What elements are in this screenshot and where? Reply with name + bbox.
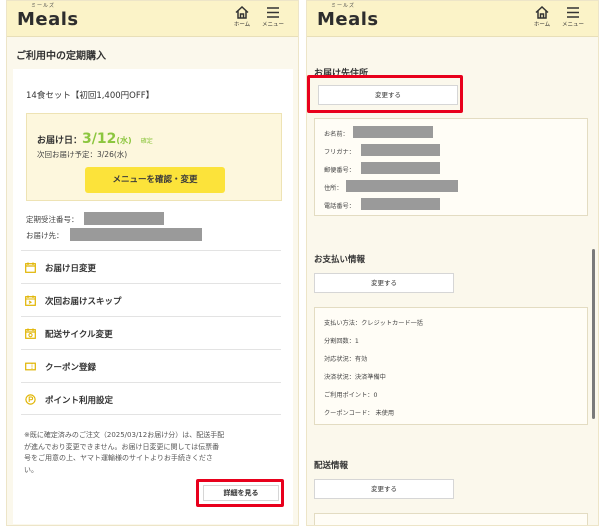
payment-section-title: お支払い情報 xyxy=(314,255,366,265)
menu-item-point-settings[interactable]: ポイント利用設定 xyxy=(21,382,281,415)
menu-label: メニュー xyxy=(561,22,584,28)
menu-item-skip-next[interactable]: 次回お届けスキップ xyxy=(21,283,281,316)
menu-item-label: ポイント利用設定 xyxy=(45,396,114,406)
page-title: ご利用中の定期購入 xyxy=(16,51,106,62)
status-badge: 確定 xyxy=(140,138,153,145)
menu-label: メニュー xyxy=(261,22,284,28)
installment-count: 分割回数：1 xyxy=(324,338,359,345)
notice-line: ※既に確定済みのご注文（2025/03/12お届け分）は、配送手配 xyxy=(24,431,225,439)
shipping-section-title: 配送情報 xyxy=(314,461,349,471)
phone-label: 電話番号： xyxy=(324,203,355,210)
menu-item-label: 配送サイクル変更 xyxy=(45,330,113,340)
shipping-change-label: 変更する xyxy=(371,485,397,493)
menu-button[interactable]: メニュー xyxy=(259,6,287,34)
meals-logo[interactable]: Meals xyxy=(17,9,79,30)
payment-change-button[interactable]: 変更する xyxy=(314,273,454,293)
payment-change-label: 変更する xyxy=(371,279,397,287)
home-label: ホーム xyxy=(233,22,251,28)
order-number-label: 定期受注番号： xyxy=(26,215,79,224)
calendar-cycle-icon xyxy=(25,328,36,339)
support-status: 対応状況：有効 xyxy=(324,356,368,363)
coupon-code: クーポンコード： 未使用 xyxy=(324,410,395,417)
app-header: ミールズ Meals ホーム メニュー xyxy=(307,1,598,37)
menu-button[interactable]: メニュー xyxy=(559,6,587,34)
next-delivery: 次回お届け予定：3/26(水) xyxy=(37,150,128,159)
shipping-change-button[interactable]: 変更する xyxy=(314,479,454,499)
home-label: ホーム xyxy=(533,22,551,28)
menu-confirm-button[interactable]: メニューを確認・変更 xyxy=(85,167,225,193)
scrollbar[interactable] xyxy=(592,249,595,419)
address-label: 住所： xyxy=(324,185,343,192)
furigana-label: フリガナ： xyxy=(324,149,355,156)
menu-item-change-cycle[interactable]: 配送サイクル変更 xyxy=(21,316,281,349)
postal-code-redacted xyxy=(361,162,440,174)
destination-label: お届け先： xyxy=(26,231,64,240)
home-button[interactable]: ホーム xyxy=(228,6,256,34)
calendar-icon xyxy=(25,262,36,273)
home-icon xyxy=(235,6,249,19)
subscription-panel: ミールズ Meals ホーム メニュー ご利用中の定期購入 14食セット【初回1… xyxy=(6,0,299,526)
delivery-date-line: お届け日：3/12(水) 確定 xyxy=(37,128,153,147)
address-info-box: お名前： フリガナ： 郵便番号： 住所： 電話番号： xyxy=(314,118,588,216)
delivery-date: 3/12 xyxy=(82,131,117,147)
order-details-panel: ミールズ Meals ホーム メニュー お届け先住所 変更する お名前： フリガ… xyxy=(306,0,599,526)
product-name: 14食セット【初回1,400円OFF】 xyxy=(26,91,155,101)
delivery-info-box: お届け日：3/12(水) 確定 次回お届け予定：3/26(水) メニューを確認・… xyxy=(26,113,282,201)
home-icon xyxy=(535,6,549,19)
calendar-skip-icon xyxy=(25,295,36,306)
payment-method: 支払い方法：クレジットカード一括 xyxy=(324,320,423,327)
postal-code-label: 郵便番号： xyxy=(324,167,355,174)
hamburger-icon xyxy=(267,7,279,18)
payment-status: 決済状況：決済準備中 xyxy=(324,374,386,381)
hamburger-icon xyxy=(567,7,579,18)
order-number-redacted xyxy=(84,212,164,225)
app-header: ミールズ Meals ホーム メニュー xyxy=(7,1,298,37)
name-label: お名前： xyxy=(324,131,349,138)
highlight-frame xyxy=(196,479,284,507)
menu-item-coupon[interactable]: クーポン登録 xyxy=(21,349,281,382)
notice-line: 号をご用意の上、ヤマト運輸様のサイトよりお手続きくださ xyxy=(24,454,213,462)
shipping-info-box xyxy=(314,513,588,525)
delivery-weekday: (水) xyxy=(116,136,132,145)
highlight-frame xyxy=(307,75,463,113)
menu-item-label: 次回お届けスキップ xyxy=(45,297,122,307)
coupon-icon xyxy=(25,362,36,371)
destination-redacted xyxy=(70,228,202,241)
delivery-label: お届け日： xyxy=(37,136,83,146)
menu-item-label: クーポン登録 xyxy=(45,363,97,373)
phone-redacted xyxy=(361,198,440,210)
name-redacted xyxy=(353,126,433,138)
logo-ruby: ミールズ xyxy=(330,3,355,9)
meals-logo[interactable]: Meals xyxy=(317,9,379,30)
address-redacted xyxy=(346,180,458,192)
furigana-redacted xyxy=(361,144,440,156)
payment-info-box: 支払い方法：クレジットカード一括 分割回数：1 対応状況：有効 決済状況：決済準… xyxy=(314,307,588,425)
notice-line: い。 xyxy=(24,465,38,474)
menu-item-change-date[interactable]: お届け日変更 xyxy=(21,250,281,283)
home-button[interactable]: ホーム xyxy=(528,6,556,34)
point-icon xyxy=(25,394,36,405)
notice-text: ※既に確定済みのご注文（2025/03/12お届け分）は、配送手配 が進んでおり… xyxy=(24,430,294,476)
notice-line: が進んでおり変更できません。お届け日変更に関しては伝票番 xyxy=(24,442,220,451)
points-used: ご利用ポイント：0 xyxy=(324,392,378,399)
menu-item-label: お届け日変更 xyxy=(45,264,97,274)
logo-ruby: ミールズ xyxy=(30,3,55,9)
